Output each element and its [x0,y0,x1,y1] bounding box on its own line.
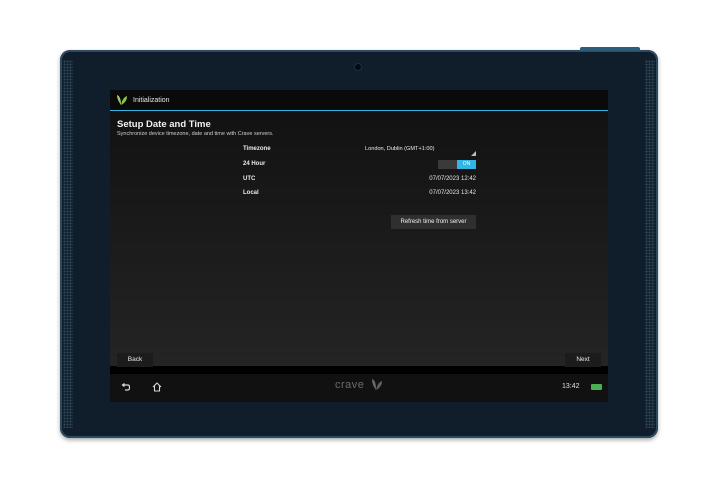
battery-icon [591,384,602,390]
hour24-toggle[interactable]: ON [438,160,476,169]
setup-content: Setup Date and Time Synchronize device t… [110,111,608,366]
utc-row: UTC 07/07/2023 12:42 [243,174,476,186]
back-button[interactable]: Back [117,353,153,367]
toggle-on-knob: ON [457,160,476,169]
app-title: Initialization [133,96,170,104]
speaker-grille-right [645,60,655,428]
utc-label: UTC [243,176,256,182]
crave-logo: crave [335,379,365,391]
page-subtitle: Synchronize device timezone, date and ti… [117,131,274,137]
back-icon[interactable] [120,381,132,393]
front-camera [355,64,361,70]
hour24-label: 24 Hour [243,161,266,167]
dropdown-caret-icon [471,151,476,156]
status-clock: 13:42 [562,383,580,390]
crave-leaf-icon [117,95,127,105]
action-bar: Initialization [110,90,608,111]
hour24-row: 24 Hour ON [243,159,476,171]
crave-leaf-logo-icon [372,379,382,390]
page-title: Setup Date and Time [117,119,211,130]
timezone-label: Timezone [243,146,271,152]
utc-value: 07/07/2023 12:42 [429,176,476,182]
tablet-device: Initialization Setup Date and Time Synch… [60,47,658,438]
speaker-grille-left [63,60,73,428]
home-icon[interactable] [151,381,163,393]
timezone-row: Timezone London, Dublin (GMT+1:00) [243,144,476,156]
system-navigation-bar: crave 13:42 [110,374,608,402]
timezone-value: London, Dublin (GMT+1:00) [365,146,435,152]
refresh-time-button[interactable]: Refresh time from server [391,215,476,229]
timezone-select[interactable]: London, Dublin (GMT+1:00) [363,144,476,156]
next-button[interactable]: Next [565,353,601,367]
tablet-screen: Initialization Setup Date and Time Synch… [110,90,608,402]
local-row: Local 07/07/2023 13:42 [243,188,476,200]
local-value: 07/07/2023 13:42 [429,190,476,196]
local-label: Local [243,190,259,196]
